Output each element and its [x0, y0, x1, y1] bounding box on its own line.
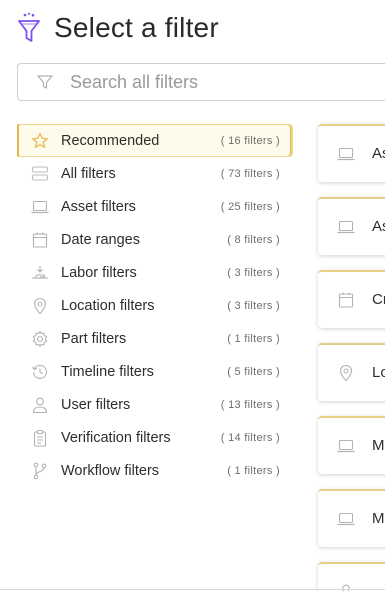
category-item-recommended[interactable]: Recommended ( 16 filters ) [17, 124, 292, 157]
location-pin-icon [30, 296, 50, 316]
divider [0, 589, 385, 590]
calendar-icon [30, 230, 50, 250]
category-label: Recommended [61, 132, 160, 149]
filter-card[interactable] [318, 562, 385, 591]
category-count: ( 3 filters ) [227, 299, 280, 312]
filter-card[interactable]: As [318, 124, 385, 182]
category-item-user-filters[interactable]: User filters ( 13 filters ) [17, 388, 292, 421]
laptop-icon [336, 217, 356, 237]
category-label: Part filters [61, 330, 127, 347]
category-label: Timeline filters [61, 363, 154, 380]
category-count: ( 14 filters ) [220, 431, 280, 444]
category-count: ( 16 filters ) [220, 134, 280, 147]
filter-card[interactable]: Cr [318, 270, 385, 328]
category-item-verification-filters[interactable]: Verification filters ( 14 filters ) [17, 421, 292, 454]
clipboard-icon [30, 428, 50, 448]
category-label: Workflow filters [61, 462, 160, 479]
filter-card[interactable]: As [318, 197, 385, 255]
filter-card-label: M [372, 437, 385, 454]
category-label: User filters [61, 396, 131, 413]
laptop-icon [336, 144, 356, 164]
hand-icon [30, 263, 50, 283]
star-icon [30, 131, 50, 151]
filter-card-label: Cr [372, 291, 385, 308]
category-item-asset-filters[interactable]: Asset filters ( 25 filters ) [17, 190, 292, 223]
laptop-icon [30, 197, 50, 217]
user-icon [30, 395, 50, 415]
category-count: ( 13 filters ) [220, 398, 280, 411]
filter-card[interactable]: M [318, 416, 385, 474]
search-box[interactable] [17, 63, 385, 101]
location-pin-icon [336, 363, 356, 383]
category-item-part-filters[interactable]: Part filters ( 1 filters ) [17, 322, 292, 355]
category-count: ( 8 filters ) [227, 233, 280, 246]
filter-card[interactable]: M [318, 489, 385, 547]
category-label: Date ranges [61, 231, 140, 248]
category-item-workflow-filters[interactable]: Workflow filters ( 1 filters ) [17, 454, 292, 487]
category-item-all-filters[interactable]: All filters ( 73 filters ) [17, 157, 292, 190]
category-item-labor-filters[interactable]: Labor filters ( 3 filters ) [17, 256, 292, 289]
branch-icon [30, 461, 50, 481]
laptop-icon [336, 509, 356, 529]
filter-selector-page: Select a filter Recommended ( 16 filters … [0, 0, 385, 591]
filter-card[interactable]: Lo [318, 343, 385, 401]
category-item-location-filters[interactable]: Location filters ( 3 filters ) [17, 289, 292, 322]
category-count: ( 3 filters ) [227, 266, 280, 279]
category-count: ( 5 filters ) [227, 365, 280, 378]
category-label: Asset filters [61, 198, 136, 215]
history-icon [30, 362, 50, 382]
category-label: All filters [61, 165, 116, 182]
category-label: Verification filters [61, 429, 171, 446]
category-count: ( 1 filters ) [227, 332, 280, 345]
category-label: Labor filters [61, 264, 137, 281]
page-title: Select a filter [54, 12, 219, 43]
category-item-timeline-filters[interactable]: Timeline filters ( 5 filters ) [17, 355, 292, 388]
category-item-date-ranges[interactable]: Date ranges ( 8 filters ) [17, 223, 292, 256]
filter-card-label: As [372, 145, 385, 162]
filter-card-label: M [372, 510, 385, 527]
laptop-icon [336, 436, 356, 456]
funnel-icon [16, 12, 42, 44]
filter-card-label: As [372, 218, 385, 235]
gear-icon [30, 329, 50, 349]
category-label: Location filters [61, 297, 155, 314]
search-input[interactable] [68, 70, 362, 94]
filter-icon [36, 73, 54, 91]
header: Select a filter [16, 12, 219, 44]
calendar-icon [336, 290, 356, 310]
category-count: ( 1 filters ) [227, 464, 280, 477]
stack-icon [30, 164, 50, 184]
category-count: ( 25 filters ) [220, 200, 280, 213]
category-count: ( 73 filters ) [220, 167, 280, 180]
filter-card-label: Lo [372, 364, 385, 381]
